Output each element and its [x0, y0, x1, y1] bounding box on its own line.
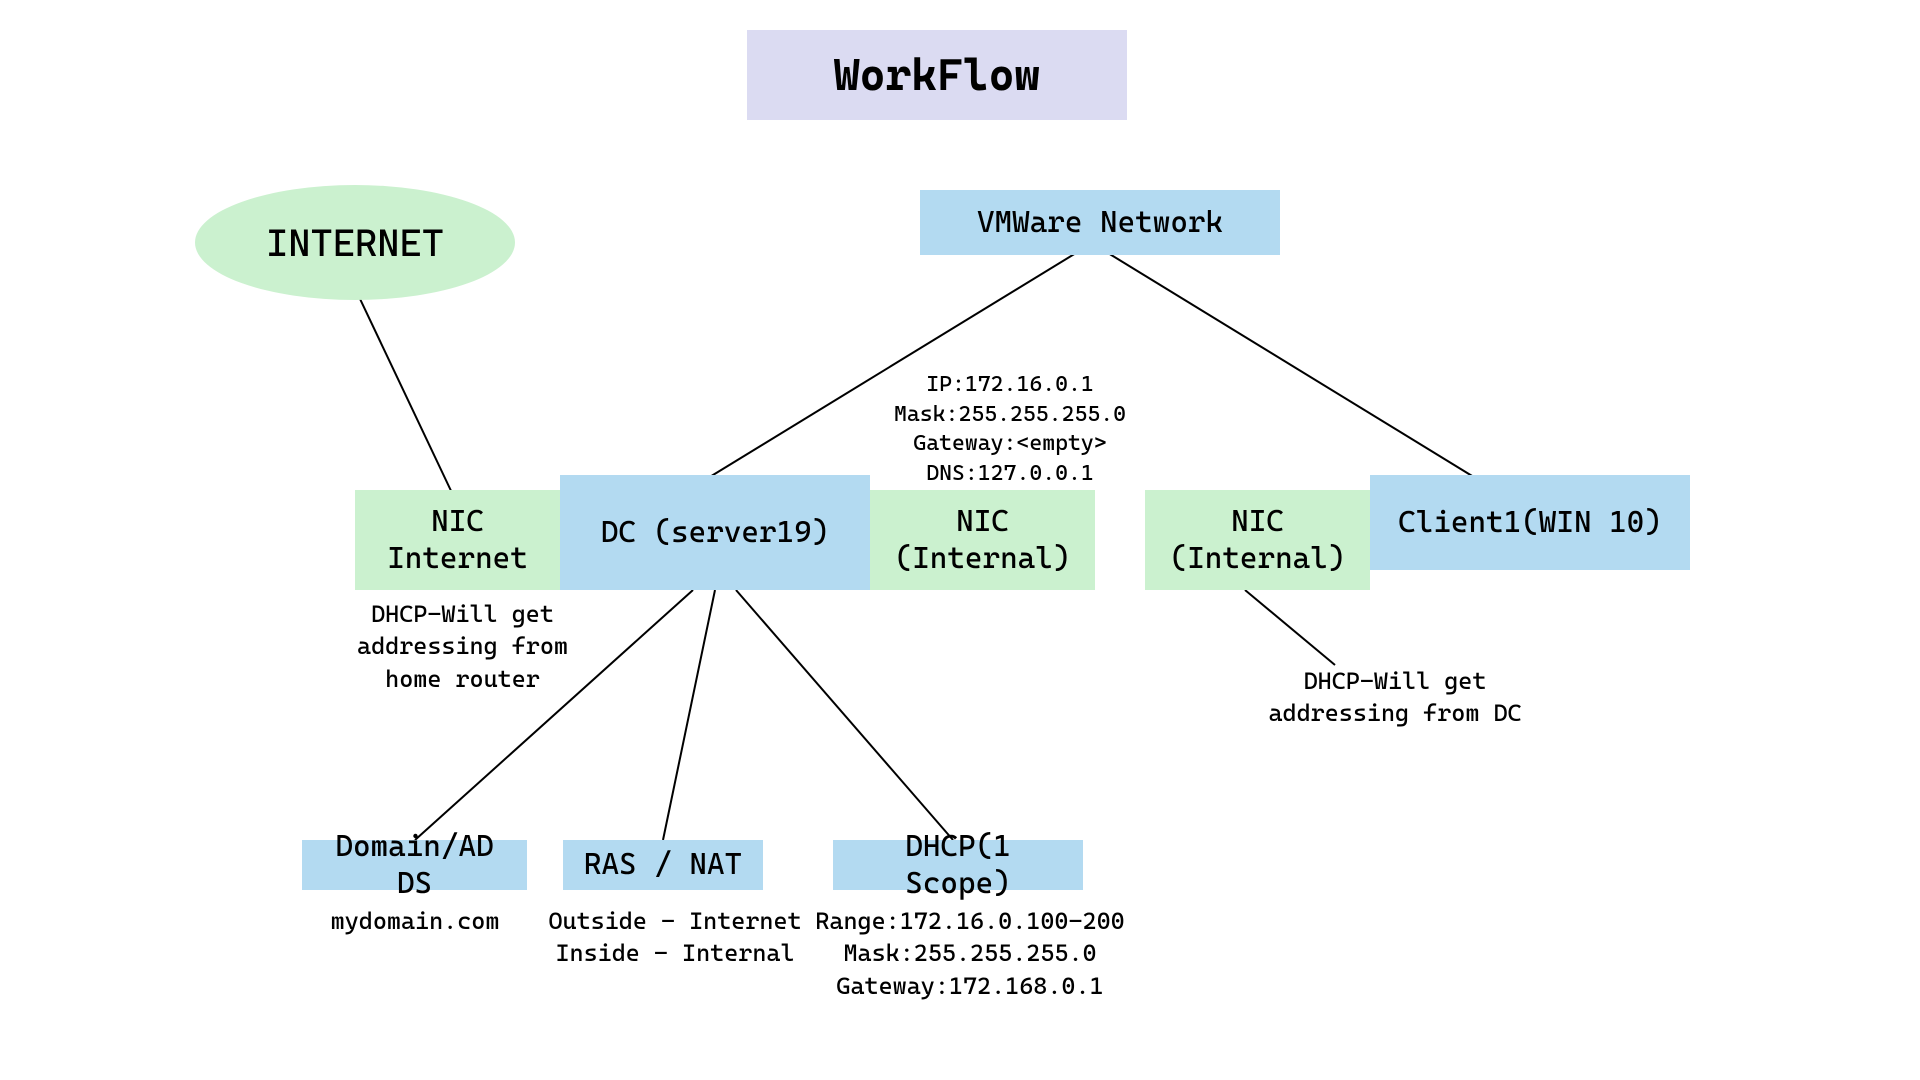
node-nic-internal-client: NIC (Internal) [1145, 490, 1370, 590]
node-dhcp: DHCP(1 Scope) [833, 840, 1083, 890]
title: WorkFlow [747, 30, 1127, 120]
note-nic-internal-client: DHCP-Will get addressing from DC [1235, 665, 1555, 730]
note-nic-internal-dc-config: IP:172.16.0.1 Mask:255.255.255.0 Gateway… [870, 370, 1150, 489]
node-internet: INTERNET [195, 185, 515, 300]
diagram: WorkFlow INTERNET VMWare Network NIC Int… [0, 0, 1920, 1080]
node-vmware-network: VMWare Network [920, 190, 1280, 255]
node-ras: RAS / NAT [563, 840, 763, 890]
node-domain: Domain/AD DS [302, 840, 527, 890]
node-nic-internal-dc: NIC (Internal) [870, 490, 1095, 590]
note-ras: Outside - Internet Inside - Internal [530, 905, 820, 970]
node-client1: Client1(WIN 10) [1370, 475, 1690, 570]
node-nic-internet: NIC Internet [355, 490, 560, 590]
note-dhcp: Range:172.16.0.100-200 Mask:255.255.255.… [805, 905, 1135, 1002]
note-nic-internet: DHCP-Will get addressing from home route… [345, 598, 580, 695]
note-domain: mydomain.com [300, 905, 530, 937]
node-dc: DC (server19) [560, 475, 870, 590]
